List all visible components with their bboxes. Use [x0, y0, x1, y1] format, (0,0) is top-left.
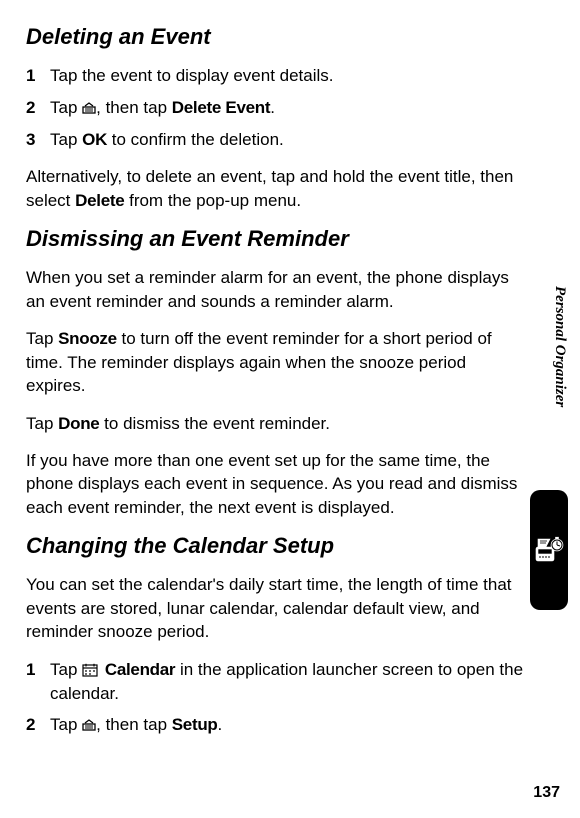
step-text: Tap the event to display event details. — [50, 64, 524, 88]
para-alt-delete: Alternatively, to delete an event, tap a… — [26, 165, 524, 212]
steps-deleting: 1 Tap the event to display event details… — [26, 64, 524, 151]
section-tab-label: Personal Organizer — [530, 286, 568, 407]
text-fragment: Tap — [50, 660, 82, 679]
step-number: 1 — [26, 658, 50, 706]
text-fragment: Tap — [26, 329, 58, 348]
cmd-done: Done — [58, 414, 99, 433]
para-multi-event: If you have more than one event set up f… — [26, 449, 524, 519]
text-fragment: to confirm the deletion. — [107, 130, 284, 149]
menu-icon — [82, 719, 96, 731]
para-dismiss-intro: When you set a reminder alarm for an eve… — [26, 266, 524, 313]
heading-dismissing-reminder: Dismissing an Event Reminder — [26, 226, 524, 252]
step-number: 3 — [26, 128, 50, 152]
text-fragment: Tap — [50, 98, 82, 117]
cmd-setup: Setup — [172, 715, 218, 734]
step-1: 1 Tap the event to display event details… — [26, 64, 524, 88]
step-3: 3 Tap OK to confirm the deletion. — [26, 128, 524, 152]
step-number: 1 — [26, 64, 50, 88]
calendar-app-icon — [82, 663, 98, 677]
para-snooze: Tap Snooze to turn off the event reminde… — [26, 327, 524, 397]
text-fragment: . — [270, 98, 275, 117]
text-fragment: . — [218, 715, 223, 734]
cmd-snooze: Snooze — [58, 329, 117, 348]
text-fragment: to dismiss the event reminder. — [99, 414, 330, 433]
manual-page: Deleting an Event 1 Tap the event to dis… — [0, 0, 580, 818]
para-done: Tap Done to dismiss the event reminder. — [26, 412, 524, 435]
para-setup-intro: You can set the calendar's daily start t… — [26, 573, 524, 643]
step-number: 2 — [26, 713, 50, 737]
cmd-ok: OK — [82, 130, 107, 149]
steps-changing: 1 Tap Calendar in the application launch… — [26, 658, 524, 737]
cmd-delete-event: Delete Event — [172, 98, 270, 117]
section-tab-icon-box — [530, 490, 568, 610]
step-text: Tap Calendar in the application launcher… — [50, 658, 524, 706]
text-fragment: Tap — [50, 130, 82, 149]
page-number: 137 — [533, 784, 560, 802]
text-fragment: from the pop-up menu. — [124, 191, 301, 210]
step-number: 2 — [26, 96, 50, 120]
step-text: Tap , then tap Setup. — [50, 713, 524, 737]
text-fragment: Tap — [26, 414, 58, 433]
step-2: 2 Tap , then tap Setup. — [26, 713, 524, 737]
step-text: Tap , then tap Delete Event. — [50, 96, 524, 120]
step-2: 2 Tap , then tap Delete Event. — [26, 96, 524, 120]
text-fragment: Tap — [50, 715, 82, 734]
text-fragment: , then tap — [96, 98, 172, 117]
cmd-delete: Delete — [75, 191, 124, 210]
heading-changing-setup: Changing the Calendar Setup — [26, 533, 524, 559]
menu-icon — [82, 102, 96, 114]
step-text: Tap OK to confirm the deletion. — [50, 128, 524, 152]
cmd-calendar: Calendar — [105, 660, 175, 679]
organizer-icon — [532, 533, 566, 567]
text-fragment: , then tap — [96, 715, 172, 734]
step-1: 1 Tap Calendar in the application launch… — [26, 658, 524, 706]
heading-deleting-event: Deleting an Event — [26, 24, 524, 50]
